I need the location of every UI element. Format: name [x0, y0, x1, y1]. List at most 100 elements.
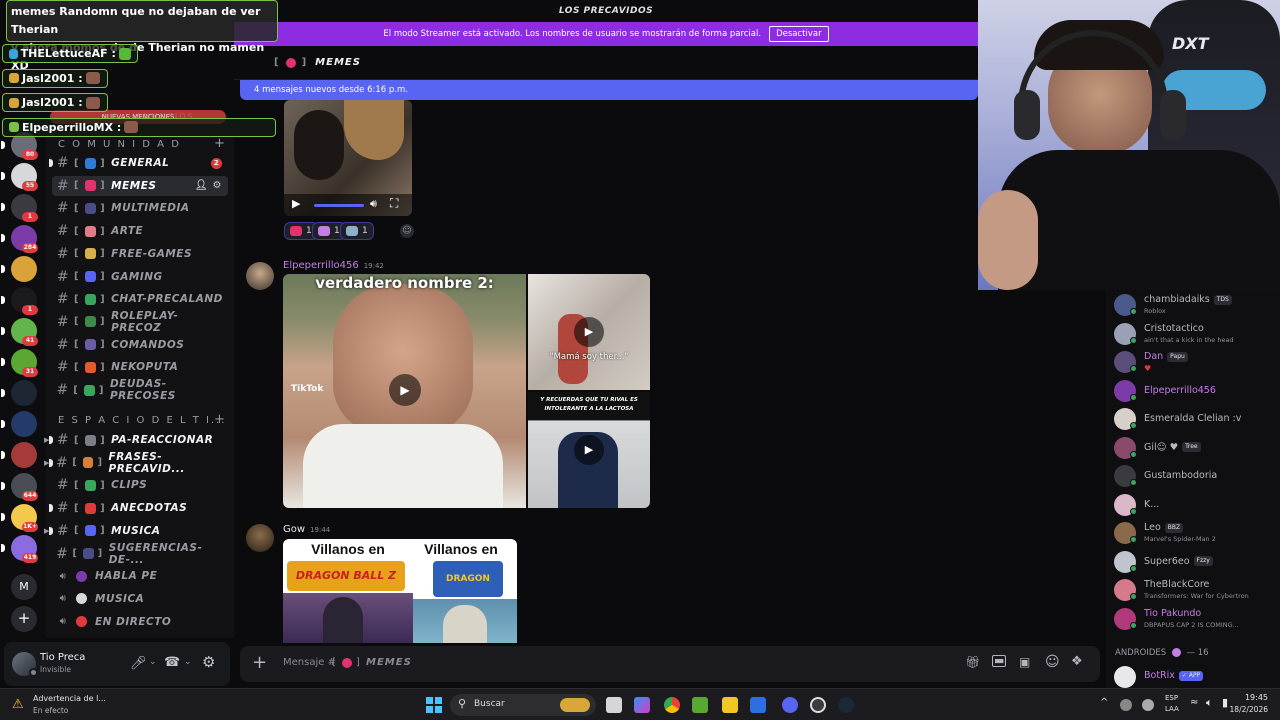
- message-composer[interactable]: + Mensaje # [ ] MEMES 🎁︎ ▬ ▣ ☺ ❖: [240, 646, 1100, 682]
- play-icon[interactable]: ▶: [292, 197, 300, 210]
- member-item[interactable]: Cristotactico ain't that a kick in the he…: [1114, 321, 1278, 347]
- member-item[interactable]: Tio Pakundo DBPAPUS CAP 2 IS COMING...: [1114, 606, 1278, 632]
- tray-icon[interactable]: [1120, 699, 1132, 711]
- gift-icon[interactable]: 🎁︎: [965, 655, 980, 669]
- channel-item[interactable]: #[] FRASES-PRECAVID...: [49, 451, 228, 475]
- reaction-chip[interactable]: 1: [340, 222, 374, 240]
- member-item[interactable]: TheBlackCore Transformers: War for Cybert…: [1114, 577, 1278, 603]
- channel-item[interactable]: 🔊︎ EN DIRECTO: [52, 612, 228, 632]
- channel-item[interactable]: 🔊︎ MUSICA: [52, 589, 228, 609]
- microphone-tray-icon[interactable]: [1142, 699, 1154, 711]
- member-item[interactable]: BotRix ✓ APP: [1114, 664, 1278, 690]
- language-primary[interactable]: ESP: [1165, 694, 1178, 702]
- taskbar-search[interactable]: ⚲ Buscar: [450, 694, 596, 716]
- expand-chevron-icon[interactable]: ▶: [44, 459, 49, 467]
- add-server-icon[interactable]: +: [11, 606, 37, 632]
- member-item[interactable]: Dan Papu ♥: [1114, 349, 1278, 375]
- expand-chevron-icon[interactable]: ▶: [44, 436, 49, 444]
- author-name[interactable]: Elpeperrillo456: [283, 260, 359, 271]
- channel-item[interactable]: # [] CHAT-PRECALAND: [52, 289, 228, 309]
- media-tile-top-right[interactable]: ▶ "Mamá soy ther...": [528, 274, 650, 390]
- mic-chevron-down-icon[interactable]: ⌄: [149, 657, 157, 667]
- gear-icon[interactable]: ⚙︎: [213, 180, 222, 191]
- emoji-icon[interactable]: ☺: [1045, 654, 1060, 670]
- author-name[interactable]: Gow: [283, 524, 305, 535]
- avatar[interactable]: [246, 262, 274, 290]
- apps-icon[interactable]: ❖: [1071, 654, 1083, 669]
- channel-item[interactable]: # [] GAMING: [52, 267, 228, 287]
- windows-start-icon[interactable]: [426, 697, 442, 713]
- channel-item[interactable]: # [] COMANDOS: [52, 335, 228, 355]
- expand-chevron-icon[interactable]: ▶: [44, 527, 49, 535]
- invite-icon[interactable]: 👤︎: [195, 180, 208, 191]
- channel-item[interactable]: # [] GENERAL 2: [49, 153, 228, 173]
- category-header[interactable]: C O M U N I D A D: [58, 139, 181, 150]
- channel-item[interactable]: # [] ANECDOTAS: [49, 498, 228, 518]
- progress-bar[interactable]: [314, 204, 364, 207]
- meme-image[interactable]: Villanos en Villanos en DRAGON BALL Z DR…: [283, 539, 517, 643]
- member-item[interactable]: Leo BBZ Marvel's Spider-Man 2: [1114, 520, 1278, 546]
- copilot-icon[interactable]: [634, 697, 650, 713]
- sticker-icon[interactable]: ▣: [1019, 655, 1030, 669]
- member-item[interactable]: K...: [1114, 492, 1278, 518]
- server-letter-icon[interactable]: M: [11, 574, 37, 600]
- folder-icon[interactable]: [722, 697, 738, 713]
- steam-icon[interactable]: [838, 697, 854, 713]
- member-item[interactable]: Esmeralda Clelian :v: [1114, 406, 1278, 432]
- server-icon[interactable]: [11, 442, 37, 468]
- volume-icon[interactable]: 🔈︎: [1206, 696, 1213, 710]
- headphones-icon[interactable]: ☎︎: [164, 655, 180, 670]
- fullscreen-icon[interactable]: ⛶︎: [390, 196, 398, 211]
- channel-item[interactable]: # [] PA-REACCIONAR: [49, 430, 228, 450]
- warning-icon[interactable]: ⚠: [12, 697, 24, 712]
- new-messages-bar[interactable]: 4 mensajes nuevos desde 6:16 p.m.: [240, 80, 978, 100]
- server-icon[interactable]: [11, 411, 37, 437]
- obs-icon[interactable]: [810, 697, 826, 713]
- deactivate-streamer-button[interactable]: Desactivar: [769, 26, 829, 42]
- channel-item[interactable]: #[] SUGERENCIAS-DE-...: [52, 542, 228, 566]
- gif-icon[interactable]: ▬: [992, 655, 1007, 667]
- member-item[interactable]: Gustambodoria: [1114, 463, 1278, 489]
- channel-item[interactable]: # [] ARTE: [52, 221, 228, 241]
- member-item[interactable]: Elpeperrillo456: [1114, 378, 1278, 404]
- member-item[interactable]: chambiadaiks TDS Roblox: [1114, 292, 1278, 318]
- avatar[interactable]: [246, 524, 274, 552]
- chrome-icon[interactable]: [664, 697, 680, 713]
- category-header[interactable]: E S P A C I O D E L T I...: [58, 415, 227, 426]
- volume-icon[interactable]: 🔊︎: [370, 197, 377, 211]
- member-item[interactable]: Gil☺ ♥ Tree: [1114, 435, 1278, 461]
- media-tile-main[interactable]: verdadero nombre 2: TikTok ▶: [283, 274, 526, 508]
- video-attachment[interactable]: ▶ 🔊︎ ⛶︎: [284, 100, 412, 216]
- add-reaction-icon[interactable]: ☺: [400, 224, 414, 238]
- channel-item[interactable]: 🔊︎ HABLA PE: [52, 566, 228, 586]
- channel-item[interactable]: # [] DEUDAS-PRECOSES: [52, 378, 228, 402]
- task-view-icon[interactable]: [606, 697, 622, 713]
- store-icon[interactable]: [750, 697, 766, 713]
- clock-time[interactable]: 19:45: [1238, 693, 1268, 702]
- channel-item[interactable]: # [] NEKOPUTA: [52, 357, 228, 377]
- discord-icon[interactable]: [782, 697, 798, 713]
- channel-item[interactable]: # [] MEMES 👤︎ ⚙︎: [52, 175, 228, 196]
- play-icon[interactable]: ▶: [574, 317, 604, 347]
- media-tile-bottom-right[interactable]: Y RECUERDAS QUE TU RIVAL ES INTOLERANTE …: [528, 392, 650, 508]
- channel-item[interactable]: # [] MULTIMEDIA: [52, 198, 228, 218]
- add-channel-icon[interactable]: +: [214, 412, 225, 427]
- member-item[interactable]: Super6eo Fzzy: [1114, 549, 1278, 575]
- play-icon[interactable]: ▶: [574, 435, 604, 465]
- server-icon[interactable]: [11, 256, 37, 282]
- channel-item[interactable]: # [] FREE-GAMES: [52, 244, 228, 264]
- server-icon[interactable]: [11, 380, 37, 406]
- gear-icon[interactable]: ⚙︎: [202, 653, 215, 671]
- play-icon[interactable]: ▶: [389, 374, 421, 406]
- chevron-up-icon[interactable]: ^: [1100, 697, 1108, 708]
- add-attachment-icon[interactable]: +: [252, 652, 267, 673]
- microphone-icon[interactable]: 🎤︎: [130, 656, 147, 671]
- minecraft-icon[interactable]: [692, 697, 708, 713]
- headphones-chevron-down-icon[interactable]: ⌄: [184, 657, 192, 667]
- weather-title[interactable]: Advertencia de l...: [33, 694, 106, 703]
- channel-item[interactable]: # [] CLIPS: [52, 475, 228, 495]
- channel-item[interactable]: # [] MUSICA: [49, 521, 228, 541]
- channel-item[interactable]: #[] ROLEPLAY-PRECOZ: [52, 310, 228, 334]
- wifi-icon[interactable]: ≈: [1190, 697, 1198, 708]
- add-channel-icon[interactable]: +: [214, 136, 225, 151]
